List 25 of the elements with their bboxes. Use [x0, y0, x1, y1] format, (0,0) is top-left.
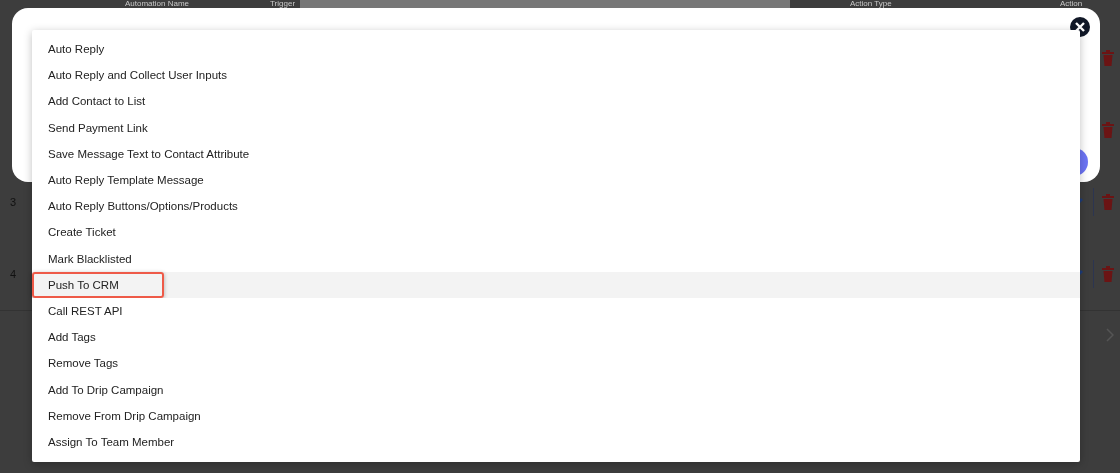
menu-item[interactable]: Create Ticket	[32, 219, 1080, 246]
column-header: Trigger	[270, 0, 297, 8]
trash-icon[interactable]	[1102, 50, 1114, 66]
menu-item[interactable]: Push To CRM	[32, 271, 1080, 298]
menu-item[interactable]: Send Payment Link	[32, 114, 1080, 141]
trash-icon[interactable]	[1102, 266, 1114, 282]
trash-icon[interactable]	[1102, 122, 1114, 138]
menu-item[interactable]: Remove Tags	[32, 350, 1080, 377]
trash-icon[interactable]	[1102, 194, 1114, 210]
menu-item[interactable]: Call REST API	[32, 297, 1080, 325]
menu-item[interactable]: Mark Blacklisted	[32, 245, 1080, 272]
menu-item[interactable]: Save Message Text to Contact Attribute	[32, 140, 1080, 167]
menu-item[interactable]: Auto Reply and Collect User Inputs	[32, 62, 1080, 89]
menu-item[interactable]: Auto Reply	[32, 36, 1080, 63]
menu-item[interactable]: Auto Reply Template Message	[32, 166, 1080, 194]
column-header: Automation Name	[125, 0, 191, 8]
menu-item[interactable]: Add To Drip Campaign	[32, 376, 1080, 403]
column-header: Action	[1060, 0, 1084, 8]
menu-item[interactable]: Auto Reply Buttons/Options/Products	[32, 193, 1080, 220]
menu-item[interactable]: Remove From Drip Campaign	[32, 402, 1080, 429]
chevron-right-icon[interactable]	[1106, 328, 1114, 342]
menu-item[interactable]: Add Tags	[32, 324, 1080, 351]
menu-item[interactable]: Assign To Team Member	[32, 428, 1080, 455]
column-header: Action Type	[850, 0, 893, 8]
menu-item[interactable]: Add Contact to List	[32, 88, 1080, 115]
